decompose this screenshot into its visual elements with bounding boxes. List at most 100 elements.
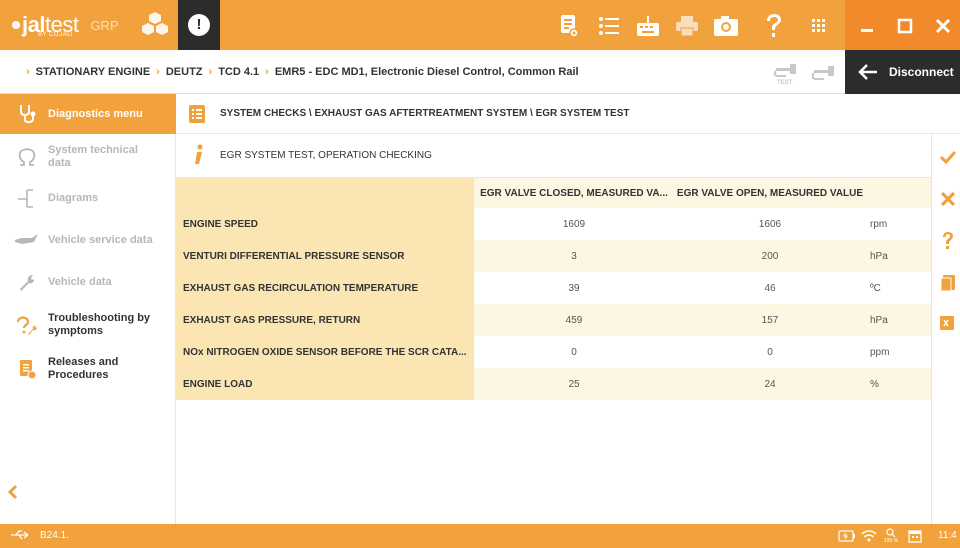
value-unit: hPa [870,250,888,262]
confirm-icon[interactable] [937,146,959,168]
maximize-icon[interactable] [891,12,919,40]
action-bar [931,134,960,524]
sidebar-item-vehicle-service-data[interactable]: Vehicle service data [0,224,176,256]
list-doc-icon [189,105,205,123]
value-unit: hPa [870,314,888,326]
sidebar-item-label: System technical data [48,144,138,169]
sidebar-item-label: Diagrams [48,191,99,204]
breadcrumb-item[interactable]: TCD 4.1 [218,66,259,78]
table-row[interactable]: VENTURI DIFFERENTIAL PRESSURE SENSOR 3 2… [176,240,931,272]
printer-icon[interactable] [673,12,701,40]
sidebar-item-label: Vehicle service data [48,233,153,246]
logo-grp: GRP [90,17,119,33]
zoom-icon [886,528,896,538]
breadcrumb-item[interactable]: STATIONARY ENGINE [36,66,151,78]
value-open: 157 [761,314,779,326]
param-name: VENTURI DIFFERENTIAL PRESSURE SENSOR [176,240,474,272]
sidebar-item-releases-procedures[interactable]: Releases and Procedures [0,350,176,388]
table-row[interactable]: ENGINE LOAD 25 24 % [176,368,931,400]
test-info-bar: EGR SYSTEM TEST, OPERATION CHECKING [176,134,931,178]
export-icon[interactable] [937,312,959,334]
value-closed: 1609 [562,218,586,230]
disconnect-button[interactable]: Disconnect [845,50,960,94]
procedures-icon [14,356,40,382]
breadcrumb-chevron-icon: › [208,65,213,78]
breadcrumb-item[interactable]: EMR5 - EDC MD1, Electronic Diesel Contro… [275,66,579,78]
breadcrumb-item[interactable]: DEUTZ [166,66,203,78]
connector-test-icon[interactable]: TEST [772,58,800,86]
sidebar-item-system-technical-data[interactable]: System technical data [0,138,176,176]
param-name: ENGINE SPEED [176,208,474,240]
sidebar-item-label: Diagnostics menu [48,107,143,120]
logo-byline: BY COJALI [38,32,74,38]
wifi-icon [860,528,878,544]
chevron-left-icon [7,484,18,500]
table-row[interactable]: EXHAUST GAS PRESSURE, RETURN 459 157 hPa [176,304,931,336]
sidebar: Diagnostics menu System technical data D… [0,94,176,524]
value-open: 200 [761,250,779,262]
value-unit: rpm [870,218,888,230]
keyboard-icon[interactable] [634,12,662,40]
sidebar-item-label: Vehicle data [48,275,112,288]
minimize-icon[interactable] [853,12,881,40]
battery-icon [838,528,856,544]
zoom-level: 100 % [883,538,899,544]
help-icon[interactable] [937,230,959,252]
arrow-left-icon [858,64,877,80]
close-icon[interactable] [929,12,957,40]
breadcrumb-chevron-icon: › [26,65,30,78]
collapse-sidebar-button[interactable] [6,484,26,504]
camera-icon[interactable] [712,12,740,40]
sidebar-item-diagnostics-menu[interactable]: Diagnostics menu [0,94,176,134]
alert-button[interactable]: ! [178,0,220,50]
troubleshoot-icon [14,312,40,338]
value-unit: ºC [870,282,881,294]
table-header-row: EGR VALVE CLOSED, MEASURED VA... EGR VAL… [176,178,931,208]
value-closed: 39 [568,282,580,294]
connector-icon[interactable] [810,58,838,86]
test-info-text: EGR SYSTEM TEST, OPERATION CHECKING [220,150,432,161]
alert-icon: ! [188,14,210,36]
clipboard-icon[interactable] [937,272,959,294]
breadcrumb-chevron-icon: › [265,65,269,78]
section-header: SYSTEM CHECKS \ EXHAUST GAS AFTERTREATME… [176,94,960,134]
sidebar-item-diagrams[interactable]: Diagrams [0,182,176,214]
zoom-button[interactable]: 100 % [882,528,900,544]
param-name: EXHAUST GAS RECIRCULATION TEMPERATURE [176,272,474,304]
sidebar-item-label: Releases and Procedures [48,356,119,381]
header-param [176,178,474,208]
wrench-icon [14,269,40,295]
stethoscope-icon [14,101,40,127]
version-label: B24.1. [40,530,69,541]
header-valve-closed[interactable]: EGR VALVE CLOSED, MEASURED VA... [474,178,674,208]
info-icon [195,144,203,164]
sidebar-item-vehicle-data[interactable]: Vehicle data [0,266,176,298]
report-icon[interactable] [555,12,583,40]
oil-can-icon [14,227,40,253]
header-valve-open[interactable]: EGR VALVE OPEN, MEASURED VALUE [674,178,866,208]
value-open: 46 [764,282,776,294]
value-open: 0 [767,346,773,358]
usb-icon [11,530,29,540]
clock: 11:4 [938,530,957,541]
apps-grid-icon[interactable] [805,12,833,40]
cancel-icon[interactable] [937,188,959,210]
sidebar-item-troubleshooting[interactable]: Troubleshooting by symptoms [0,306,176,344]
value-closed: 0 [571,346,577,358]
header-unit [866,178,931,208]
disconnect-label: Disconnect [889,65,954,79]
table-row[interactable]: EXHAUST GAS RECIRCULATION TEMPERATURE 39… [176,272,931,304]
measurements-table: EGR VALVE CLOSED, MEASURED VA... EGR VAL… [176,178,931,400]
help-icon[interactable] [760,12,788,40]
value-open: 24 [764,378,776,390]
table-row[interactable]: ENGINE SPEED 1609 1606 rpm [176,208,931,240]
value-closed: 459 [565,314,583,326]
value-open: 1606 [758,218,782,230]
diagram-icon [14,185,40,211]
list-icon[interactable] [595,12,623,40]
param-name: ENGINE LOAD [176,368,474,400]
value-unit: ppm [870,346,890,358]
status-bar: B24.1. 100 % 11:4 [0,524,960,548]
top-toolbar: jaltest BY COJALI GRP ! [0,0,960,50]
table-row[interactable]: NOx NITROGEN OXIDE SENSOR BEFORE THE SCR… [176,336,931,368]
